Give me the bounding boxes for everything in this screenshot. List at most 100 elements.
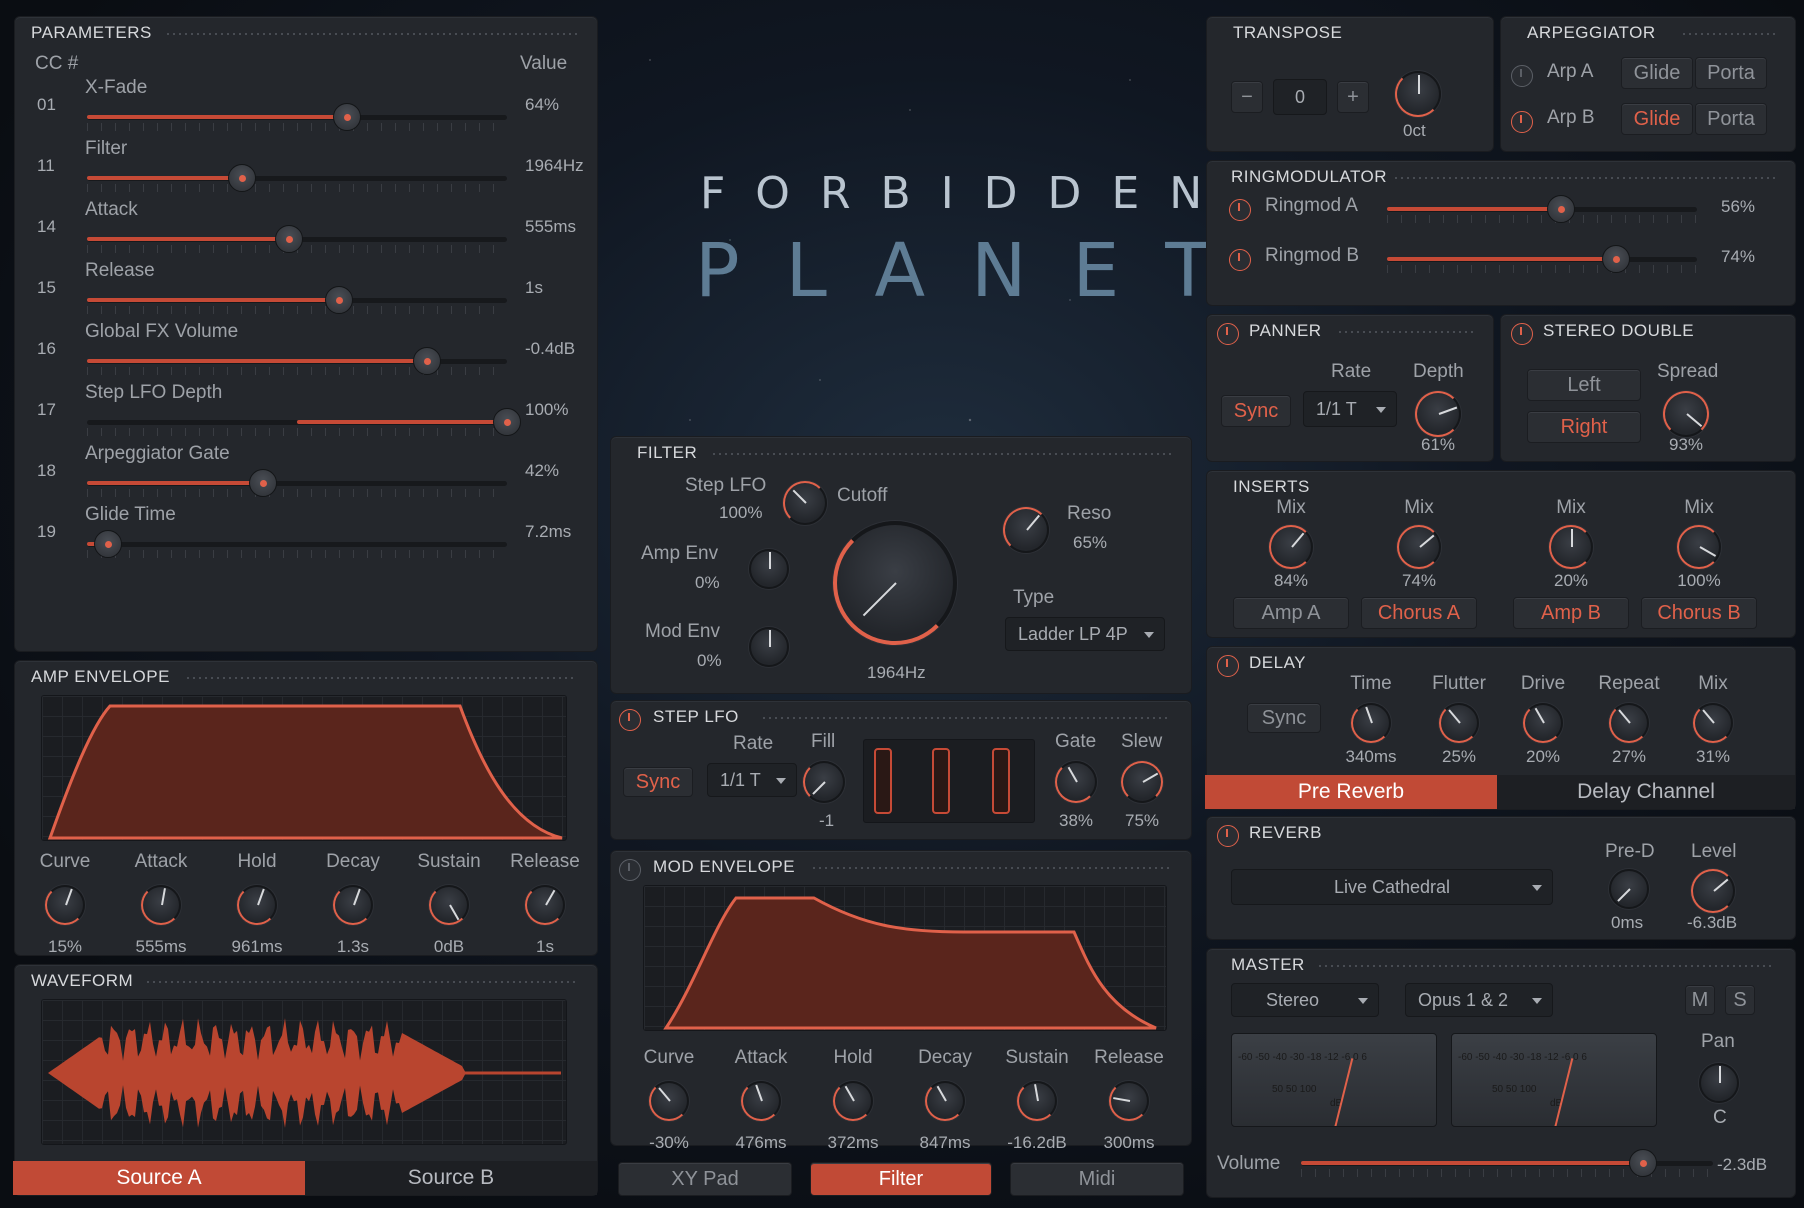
step-lfo-gate-knob[interactable]	[1055, 761, 1097, 803]
amp-env-knob-2[interactable]	[237, 885, 277, 925]
stereo-right-button[interactable]: Right	[1527, 411, 1641, 443]
insert-button-1[interactable]: Chorus A	[1361, 597, 1477, 629]
transpose-plus-button[interactable]: +	[1337, 81, 1369, 113]
step-lfo-sync-button[interactable]: Sync	[623, 767, 693, 797]
reverb-pred-knob[interactable]	[1609, 869, 1649, 909]
param-slider-7[interactable]	[87, 530, 507, 560]
insert-mix-knob-3[interactable]	[1677, 525, 1721, 569]
reso-knob[interactable]	[1003, 507, 1049, 553]
mod-envelope-display[interactable]	[643, 885, 1167, 1031]
panner-rate-select[interactable]: 1/1 T	[1303, 391, 1397, 427]
octave-knob[interactable]	[1395, 71, 1441, 117]
slider-thumb[interactable]	[275, 225, 303, 253]
tab-source-b[interactable]: Source B	[305, 1161, 597, 1195]
mod-env-mod-knob[interactable]	[749, 627, 789, 667]
insert-button-0[interactable]: Amp A	[1233, 597, 1349, 629]
param-slider-4[interactable]	[87, 347, 507, 377]
transpose-minus-button[interactable]: −	[1231, 81, 1263, 113]
step-sequence-display[interactable]	[863, 739, 1035, 823]
mod-env-knob-5[interactable]	[1109, 1081, 1149, 1121]
slider-thumb[interactable]	[249, 469, 277, 497]
slider-thumb[interactable]	[94, 530, 122, 558]
param-slider-5[interactable]	[87, 408, 521, 438]
reverb-power-icon[interactable]	[1217, 825, 1239, 847]
slider-thumb[interactable]	[1629, 1149, 1657, 1177]
step-lfo-rate-select[interactable]: 1/1 T	[707, 763, 797, 797]
volume-slider-control[interactable]	[1301, 1149, 1713, 1179]
amp-env-knob-5[interactable]	[525, 885, 565, 925]
insert-button-3[interactable]: Chorus B	[1641, 597, 1757, 629]
amp-env-knob-0[interactable]	[45, 885, 85, 925]
slider-thumb[interactable]	[1602, 245, 1630, 273]
tab-delay-channel[interactable]: Delay Channel	[1497, 775, 1795, 809]
arp-b-glide-button[interactable]: Glide	[1621, 103, 1693, 135]
delay-knob-0[interactable]	[1351, 703, 1391, 743]
insert-button-2[interactable]: Amp B	[1513, 597, 1629, 629]
ringmod-power-icon-1[interactable]	[1229, 249, 1251, 271]
tab-xy-pad[interactable]: XY Pad	[618, 1162, 792, 1196]
amp-envelope-display[interactable]	[41, 695, 567, 841]
ringmod-power-icon-0[interactable]	[1229, 199, 1251, 221]
step-lfo-fill-knob[interactable]	[803, 761, 845, 803]
amp-env-knob-3[interactable]	[333, 885, 373, 925]
amp-env-knob-1[interactable]	[141, 885, 181, 925]
panner-power-icon[interactable]	[1217, 323, 1239, 345]
arp-a-glide-button[interactable]: Glide	[1621, 57, 1693, 89]
ringmod-slider-1[interactable]	[1387, 245, 1697, 275]
mod-env-knob-1[interactable]	[741, 1081, 781, 1121]
master-output-select[interactable]: Opus 1 & 2	[1405, 983, 1553, 1017]
tab-midi[interactable]: Midi	[1010, 1162, 1184, 1196]
insert-mix-knob-1[interactable]	[1397, 525, 1441, 569]
slider-thumb[interactable]	[333, 103, 361, 131]
mute-button[interactable]: M	[1685, 985, 1715, 1015]
tab-pre-reverb[interactable]: Pre Reverb	[1205, 775, 1497, 809]
step-lfo-slew-knob[interactable]	[1121, 761, 1163, 803]
panner-sync-button[interactable]: Sync	[1221, 395, 1291, 427]
transpose-value-field[interactable]: 0	[1273, 79, 1327, 115]
stereo-double-power-icon[interactable]	[1511, 323, 1533, 345]
step-lfo-power-icon[interactable]	[619, 709, 641, 731]
delay-knob-4[interactable]	[1693, 703, 1733, 743]
mod-env-knob-4[interactable]	[1017, 1081, 1057, 1121]
slider-thumb[interactable]	[413, 347, 441, 375]
reverb-preset-select[interactable]: Live Cathedral	[1231, 869, 1553, 905]
arp-b-porta-button[interactable]: Porta	[1695, 103, 1767, 135]
filter-type-select[interactable]: Ladder LP 4P	[1005, 617, 1165, 651]
tab-source-a[interactable]: Source A	[13, 1161, 305, 1195]
pan-knob[interactable]	[1699, 1063, 1739, 1103]
stereo-left-button[interactable]: Left	[1527, 369, 1641, 401]
tab-filter[interactable]: Filter	[810, 1162, 992, 1196]
amp-env-knob-4[interactable]	[429, 885, 469, 925]
amp-env-mod-knob[interactable]	[749, 549, 789, 589]
arp-a-porta-button[interactable]: Porta	[1695, 57, 1767, 89]
insert-mix-knob-0[interactable]	[1269, 525, 1313, 569]
slider-thumb[interactable]	[325, 286, 353, 314]
step-lfo-mod-knob[interactable]	[783, 481, 827, 525]
mod-env-knob-3[interactable]	[925, 1081, 965, 1121]
slider-thumb[interactable]	[228, 164, 256, 192]
param-slider-6[interactable]	[87, 469, 507, 499]
reverb-level-knob[interactable]	[1691, 869, 1735, 913]
panner-depth-knob[interactable]	[1415, 391, 1461, 437]
delay-knob-2[interactable]	[1523, 703, 1563, 743]
delay-knob-1[interactable]	[1439, 703, 1479, 743]
param-slider-0[interactable]	[87, 103, 507, 133]
param-slider-3[interactable]	[87, 286, 507, 316]
mod-env-knob-0[interactable]	[649, 1081, 689, 1121]
param-slider-2[interactable]	[87, 225, 507, 255]
param-slider-1[interactable]	[87, 164, 507, 194]
cutoff-knob[interactable]	[833, 521, 957, 645]
insert-mix-knob-2[interactable]	[1549, 525, 1593, 569]
spread-knob[interactable]	[1663, 391, 1709, 437]
master-mode-select[interactable]: Stereo	[1231, 983, 1379, 1017]
slider-thumb[interactable]	[493, 408, 521, 436]
solo-button[interactable]: S	[1725, 985, 1755, 1015]
slider-thumb[interactable]	[1547, 195, 1575, 223]
delay-knob-3[interactable]	[1609, 703, 1649, 743]
mod-env-knob-2[interactable]	[833, 1081, 873, 1121]
arp-b-power-icon[interactable]	[1511, 111, 1533, 133]
delay-power-icon[interactable]	[1217, 655, 1239, 677]
ringmod-slider-0[interactable]	[1387, 195, 1697, 225]
mod-envelope-power-icon[interactable]	[619, 859, 641, 881]
delay-sync-button[interactable]: Sync	[1247, 703, 1321, 733]
